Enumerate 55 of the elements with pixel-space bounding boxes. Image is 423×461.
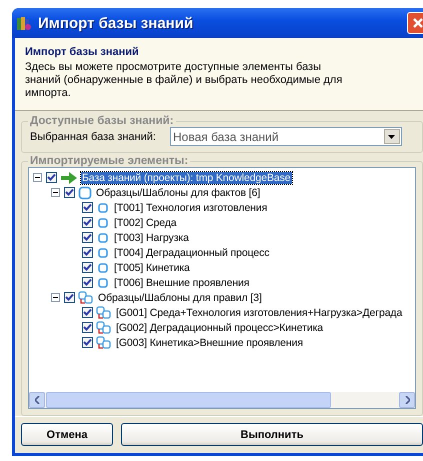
tree-item[interactable]: [G002] Деградационный процесс>Кинетика <box>115 322 324 334</box>
tree-item[interactable]: [T004] Деградационный процесс <box>113 246 270 258</box>
scroll-left-icon <box>34 396 40 404</box>
checkbox[interactable] <box>82 337 93 348</box>
dialog-button[interactable]: Отмена <box>21 423 113 446</box>
checkbox[interactable] <box>82 247 93 258</box>
checkbox[interactable] <box>46 172 57 183</box>
square-icon <box>96 276 110 290</box>
square-icon <box>96 246 110 260</box>
checkbox[interactable] <box>82 277 93 288</box>
dropdown-arrow-icon <box>388 134 396 138</box>
linked-squares-icon <box>96 306 112 320</box>
checkbox[interactable] <box>82 202 93 213</box>
tree-item[interactable]: [T005] Кинетика <box>113 262 191 274</box>
collapse-toggle[interactable] <box>33 173 42 182</box>
tree-item[interactable]: Образцы/Шаблоны для фактов [6] <box>95 186 262 198</box>
books-icon <box>16 15 32 31</box>
square-icon <box>96 216 110 230</box>
tree-item[interactable]: [T006] Внешние проявления <box>113 276 250 288</box>
tree-item[interactable]: [G001] Среда+Технология изготовления+Нагрузка>Деграда <box>115 306 404 318</box>
checkbox[interactable] <box>64 187 75 198</box>
linked-squares-icon <box>78 290 94 304</box>
dialog-button[interactable]: Выполнить <box>121 423 423 446</box>
checkbox[interactable] <box>82 307 93 318</box>
checkbox[interactable] <box>82 232 93 243</box>
header-title: Импорт базы знаний <box>25 46 140 58</box>
square-icon <box>96 230 110 244</box>
collapse-toggle[interactable] <box>51 293 60 302</box>
tree-item[interactable]: [T003] Нагрузка <box>113 232 190 244</box>
checkbox[interactable] <box>82 322 93 333</box>
linked-squares-icon <box>96 336 112 350</box>
square-icon <box>96 260 110 274</box>
square-icon <box>96 200 110 214</box>
square-icon <box>78 186 92 200</box>
tree-item[interactable]: [T002] Среда <box>113 216 178 228</box>
horizontal-scrollbar[interactable] <box>29 392 415 408</box>
tree-item[interactable]: [G003] Кинетика>Внешние проявления <box>115 336 304 348</box>
linked-squares-icon <box>96 320 112 334</box>
collapse-toggle[interactable] <box>51 188 60 197</box>
header-description: Здесь вы можете просмотрите доступные элементы базы знаний (обнаруженные в файле) и выбрать необходимые для импорта. <box>25 61 344 100</box>
field-label: Выбранная база знаний: <box>30 130 156 142</box>
checkbox[interactable] <box>64 292 75 303</box>
arrow-icon <box>60 170 78 184</box>
tree-item[interactable]: [T001] Технология изготовления <box>113 202 268 214</box>
tree-item[interactable]: Образцы/Шаблоны для правил [3] <box>97 292 263 304</box>
group-title: Импортируемые элементы: <box>29 155 190 167</box>
close-button[interactable] <box>407 12 423 34</box>
knowledge-base-dropdown[interactable]: Новая база знаний <box>170 127 402 146</box>
group-title: Доступные базы знаний: <box>29 115 175 127</box>
checkbox[interactable] <box>82 262 93 273</box>
scroll-right-icon <box>404 396 410 404</box>
checkbox[interactable] <box>82 217 93 228</box>
tree-item[interactable]: База знаний (проекты): tmp KnowledgeBase <box>81 172 292 184</box>
window-title: Импорт базы знаний <box>38 14 194 32</box>
close-icon <box>412 17 423 29</box>
